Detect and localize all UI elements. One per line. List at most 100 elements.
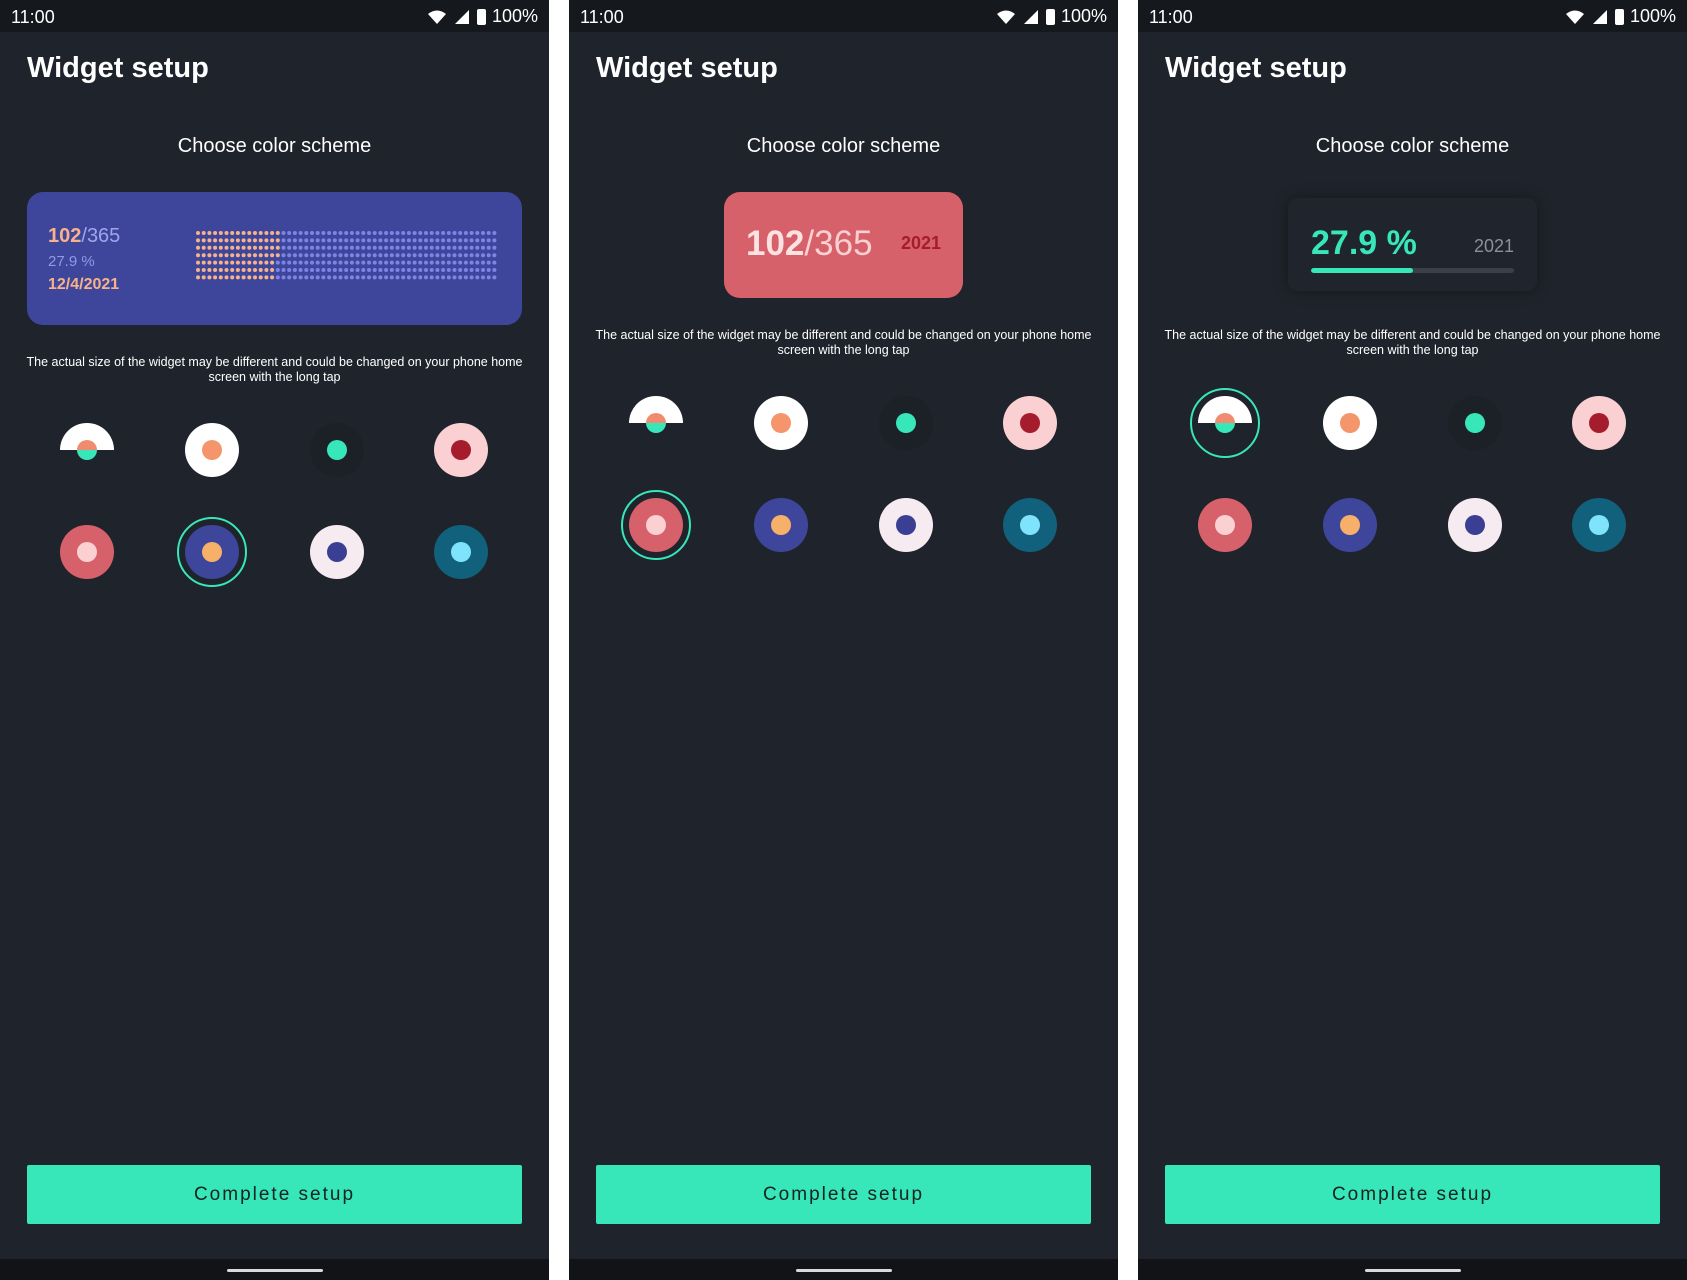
day-dot bbox=[224, 268, 229, 272]
color-scheme-dark-teal[interactable] bbox=[310, 423, 364, 477]
day-dot bbox=[332, 260, 337, 265]
day-dot bbox=[395, 238, 400, 243]
day-dot bbox=[367, 253, 371, 258]
scheme-accent-dot bbox=[1465, 515, 1485, 535]
day-dot bbox=[424, 275, 428, 280]
day-dot bbox=[486, 245, 491, 250]
color-scheme-white-orange[interactable] bbox=[754, 396, 808, 450]
day-dot bbox=[469, 268, 474, 272]
day-dot bbox=[424, 253, 428, 258]
day-dot bbox=[344, 245, 349, 250]
day-dot bbox=[292, 238, 297, 243]
day-dot bbox=[429, 260, 434, 265]
color-scheme-white-orange[interactable] bbox=[1323, 396, 1377, 450]
day-dot bbox=[201, 253, 206, 258]
color-scheme-blush-indigo[interactable] bbox=[879, 498, 933, 552]
color-scheme-pink-crimson[interactable] bbox=[1003, 396, 1057, 450]
day-dot bbox=[429, 268, 434, 272]
day-dot bbox=[458, 253, 463, 258]
wifi-icon bbox=[996, 10, 1015, 24]
day-dot bbox=[292, 268, 297, 272]
color-scheme-split-dark-light[interactable] bbox=[1198, 396, 1252, 450]
color-scheme-teal-cyan[interactable] bbox=[434, 525, 488, 579]
day-dot bbox=[372, 231, 377, 235]
day-dot bbox=[224, 253, 229, 258]
home-indicator[interactable] bbox=[1364, 1269, 1461, 1272]
day-dot bbox=[235, 238, 240, 243]
day-dot bbox=[418, 260, 423, 265]
color-scheme-red-pink[interactable] bbox=[60, 525, 114, 579]
color-scheme-red-pink[interactable] bbox=[1198, 498, 1252, 552]
color-scheme-pink-crimson[interactable] bbox=[1572, 396, 1626, 450]
day-dot bbox=[435, 268, 440, 272]
day-dot bbox=[446, 260, 451, 265]
day-dot bbox=[264, 238, 269, 243]
status-time: 11:00 bbox=[11, 7, 55, 27]
complete-setup-button[interactable]: Complete setup bbox=[1165, 1165, 1660, 1224]
nav-bar bbox=[1138, 1259, 1687, 1280]
color-scheme-teal-cyan[interactable] bbox=[1572, 498, 1626, 552]
home-indicator[interactable] bbox=[226, 1269, 323, 1272]
day-dot bbox=[207, 260, 212, 265]
day-dot bbox=[315, 238, 320, 243]
complete-setup-button[interactable]: Complete setup bbox=[596, 1165, 1091, 1224]
page-title: Widget setup bbox=[27, 52, 209, 84]
day-dot bbox=[481, 253, 485, 258]
day-dot bbox=[418, 275, 423, 280]
day-dot bbox=[384, 238, 389, 243]
nav-bar bbox=[0, 1259, 549, 1280]
day-dot bbox=[218, 231, 223, 235]
day-dot bbox=[310, 268, 314, 272]
status-time: 11:00 bbox=[580, 7, 624, 27]
day-dot bbox=[492, 275, 497, 280]
day-dot bbox=[389, 253, 394, 258]
day-dot bbox=[321, 260, 326, 265]
day-dot bbox=[452, 253, 457, 258]
day-dot bbox=[344, 238, 349, 243]
day-dot bbox=[321, 253, 326, 258]
status-bar: 11:00 100% bbox=[0, 0, 549, 32]
color-scheme-dark-teal[interactable] bbox=[1448, 396, 1502, 450]
day-dot bbox=[446, 231, 451, 235]
color-scheme-teal-cyan[interactable] bbox=[1003, 498, 1057, 552]
color-scheme-red-pink[interactable] bbox=[629, 498, 683, 552]
scheme-accent-dot bbox=[1020, 413, 1040, 433]
complete-setup-button[interactable]: Complete setup bbox=[27, 1165, 522, 1224]
day-dot bbox=[332, 245, 337, 250]
day-dot bbox=[406, 231, 411, 235]
color-scheme-indigo-orange[interactable] bbox=[1323, 498, 1377, 552]
color-scheme-indigo-orange[interactable] bbox=[754, 498, 808, 552]
day-dot bbox=[395, 275, 400, 280]
color-scheme-split-dark-light[interactable] bbox=[60, 423, 114, 477]
color-scheme-white-orange[interactable] bbox=[185, 423, 239, 477]
status-icons: 100% bbox=[1565, 6, 1676, 27]
day-dot bbox=[218, 245, 223, 250]
day-dot bbox=[463, 245, 468, 250]
color-scheme-indigo-orange[interactable] bbox=[185, 525, 239, 579]
color-scheme-pink-crimson[interactable] bbox=[434, 423, 488, 477]
day-dot bbox=[418, 231, 423, 235]
day-dot bbox=[344, 231, 349, 235]
day-dot bbox=[446, 275, 451, 280]
color-scheme-blush-indigo[interactable] bbox=[1448, 498, 1502, 552]
home-indicator[interactable] bbox=[795, 1269, 892, 1272]
day-dot bbox=[207, 245, 212, 250]
day-dot bbox=[486, 253, 491, 258]
color-scheme-blush-indigo[interactable] bbox=[310, 525, 364, 579]
day-dot bbox=[281, 253, 286, 258]
color-scheme-dark-teal[interactable] bbox=[879, 396, 933, 450]
scheme-accent-dot bbox=[1215, 413, 1235, 433]
day-dot bbox=[418, 245, 423, 250]
battery-level: 100% bbox=[1629, 6, 1676, 26]
day-dot bbox=[338, 253, 343, 258]
day-dot bbox=[338, 238, 343, 243]
day-dot bbox=[406, 275, 411, 280]
day-dot bbox=[310, 231, 314, 235]
day-dot bbox=[264, 268, 269, 272]
color-scheme-split-dark-light[interactable] bbox=[629, 396, 683, 450]
day-dot bbox=[475, 238, 480, 243]
day-dot bbox=[235, 275, 240, 280]
wifi-icon bbox=[427, 10, 446, 24]
day-dot bbox=[281, 275, 286, 280]
day-dot bbox=[338, 245, 343, 250]
